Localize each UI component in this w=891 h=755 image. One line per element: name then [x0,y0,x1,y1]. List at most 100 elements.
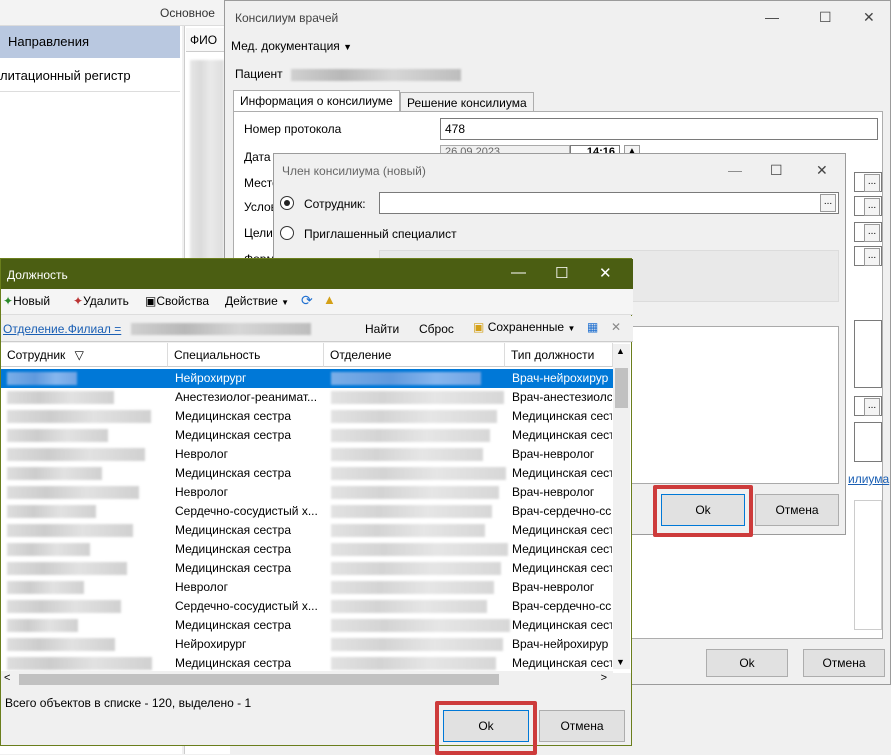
new-button[interactable]: ✦Новый [3,294,50,308]
aux-browse-icon[interactable]: ... [864,398,880,416]
text-area-1[interactable] [854,320,882,388]
department-cell-redacted [331,657,496,670]
position-ok-button[interactable]: Ok [443,710,529,742]
radio-invited-label[interactable]: Приглашенный специалист [304,227,457,241]
table-row[interactable]: Невролог Врач-невролог [1,578,613,597]
specialty-cell: Сердечно-сосудистый х... [175,504,318,518]
scroll-thumb[interactable] [615,368,628,408]
scroll-left-icon[interactable]: < [4,672,10,684]
table-row[interactable]: Невролог Врач-невролог [1,445,613,464]
konsilium-link[interactable]: илиума [848,472,889,486]
menu-med-docs[interactable]: Мед. документация ▼ [231,39,352,53]
action-menu[interactable]: Действие ▼ [225,294,289,308]
column-header-employee[interactable]: Сотрудник ▽ [1,343,168,367]
scroll-down-icon[interactable]: ▼ [616,657,625,667]
table-row[interactable]: Невролог Врач-невролог [1,483,613,502]
vertical-scrollbar[interactable]: ▲ ▼ [613,344,630,669]
find-button[interactable]: Найти [365,322,399,336]
column-header-department[interactable]: Отделение [324,343,505,367]
minimize-icon[interactable]: — [728,162,742,178]
table-row[interactable]: Медицинская сестра Медицинская сест [1,426,613,445]
protocol-label: Номер протокола [244,122,342,136]
member-cancel-button[interactable]: Отмена [755,494,839,526]
delete-icon: ✦ [73,294,84,308]
place-browse-icon[interactable]: ... [864,174,880,192]
properties-icon: ▣ [145,294,157,308]
main-tab-basic[interactable]: Основное [160,6,215,20]
table-row[interactable]: Медицинская сестра Медицинская сест [1,464,613,483]
save-filter-icon[interactable]: ▦ [587,320,598,334]
sidebar-item-registry[interactable]: литационный регистр [0,60,180,92]
position-cancel-button[interactable]: Отмена [539,710,625,742]
tab-info[interactable]: Информация о консилиуме [233,90,400,112]
column-header-position-type[interactable]: Тип должности [505,343,613,367]
table-row[interactable]: Нейрохирург Врач-нейрохирур [1,635,613,654]
maximize-icon[interactable]: ☐ [770,162,783,179]
table-row[interactable]: Медицинская сестра Медицинская сест [1,616,613,635]
maximize-icon[interactable]: ☐ [819,9,832,26]
member-ok-button[interactable]: Ok [661,494,745,526]
radio-dot-icon [284,200,290,206]
grid-header-fio[interactable]: ФИО [186,28,226,52]
table-row[interactable]: Сердечно-сосудистый х... Врач-сердечно-сс [1,597,613,616]
delete-label: Удалить [83,294,129,308]
goals-browse-icon[interactable]: ... [864,224,880,242]
employee-input[interactable] [379,192,839,214]
specialty-cell: Медицинская сестра [175,561,291,575]
close-icon[interactable]: ✕ [599,264,612,282]
delete-button[interactable]: ✦Удалить [73,294,129,308]
specialty-cell: Медицинская сестра [175,618,291,632]
sort-down-icon: ▽ [74,348,84,362]
action-label: Действие [225,294,278,308]
table-row[interactable]: Сердечно-сосудистый х... Врач-сердечно-сс [1,502,613,521]
saved-filters-menu[interactable]: ▣ Сохраненные ▼ [473,320,575,334]
refresh-icon[interactable]: ⟳ [301,292,313,309]
text-area-2[interactable] [854,422,882,462]
close-icon[interactable]: ✕ [863,9,875,26]
folder-icon[interactable]: ▲ [323,292,336,307]
close-icon[interactable]: ✕ [816,162,828,179]
position-type-cell: Медицинская сест [512,523,612,537]
table-row[interactable]: Медицинская сестра Медицинская сест [1,540,613,559]
protocol-input[interactable]: 478 [440,118,878,140]
properties-label: Свойства [156,294,210,308]
employee-browse-icon[interactable]: ... [820,194,836,212]
position-type-cell: Врач-анестезиолс [512,390,612,404]
department-cell-redacted [331,372,481,385]
table-row[interactable]: Медицинская сестра Медицинская сест [1,407,613,426]
table-row[interactable]: Медицинская сестра Медицинская сест [1,521,613,540]
hscroll-thumb[interactable] [19,674,499,685]
sidebar-item-directions[interactable]: Направления [0,26,180,58]
radio-employee-label[interactable]: Сотрудник: [304,197,366,211]
table-row[interactable]: Анестезиолог-реанимат... Врач-анестезиолс [1,388,613,407]
table-row[interactable]: Медицинская сестра Медицинская сест [1,559,613,578]
position-type-cell: Врач-невролог [512,447,595,461]
konsilium-cancel-button[interactable]: Отмена [803,649,885,677]
radio-invited[interactable] [280,226,294,240]
tab-decision[interactable]: Решение консилиума [400,92,534,112]
radio-employee[interactable] [280,196,294,210]
horizontal-scrollbar[interactable]: < > [1,671,613,688]
minimize-icon[interactable]: — [511,264,526,281]
maximize-icon[interactable]: ☐ [555,264,568,282]
conditions-browse-icon[interactable]: ... [864,198,880,216]
new-label: Новый [13,294,51,308]
reset-button[interactable]: Сброс [419,322,454,336]
department-cell-redacted [331,562,501,575]
column-header-specialty[interactable]: Специальность [168,343,324,367]
scroll-right-icon[interactable]: > [601,672,607,684]
minimize-icon[interactable]: — [765,9,779,25]
saved-label: Сохраненные [487,320,565,334]
filter-branch-link[interactable]: Отделение.Филиал = [3,322,121,336]
position-titlebar [1,259,633,289]
konsilium-ok-button[interactable]: Ok [706,649,788,677]
caret-down-icon: ▼ [567,324,576,333]
clear-filter-icon[interactable]: ✕ [611,320,621,334]
table-row[interactable]: Нейрохирург Врач-нейрохирур [1,369,613,388]
properties-button[interactable]: ▣Свойства [145,294,209,308]
employee-cell-redacted [7,562,127,575]
specialty-cell: Невролог [175,447,228,461]
form-browse-icon[interactable]: ... [864,248,880,266]
specialty-cell: Медицинская сестра [175,428,291,442]
scroll-up-icon[interactable]: ▲ [616,346,625,356]
